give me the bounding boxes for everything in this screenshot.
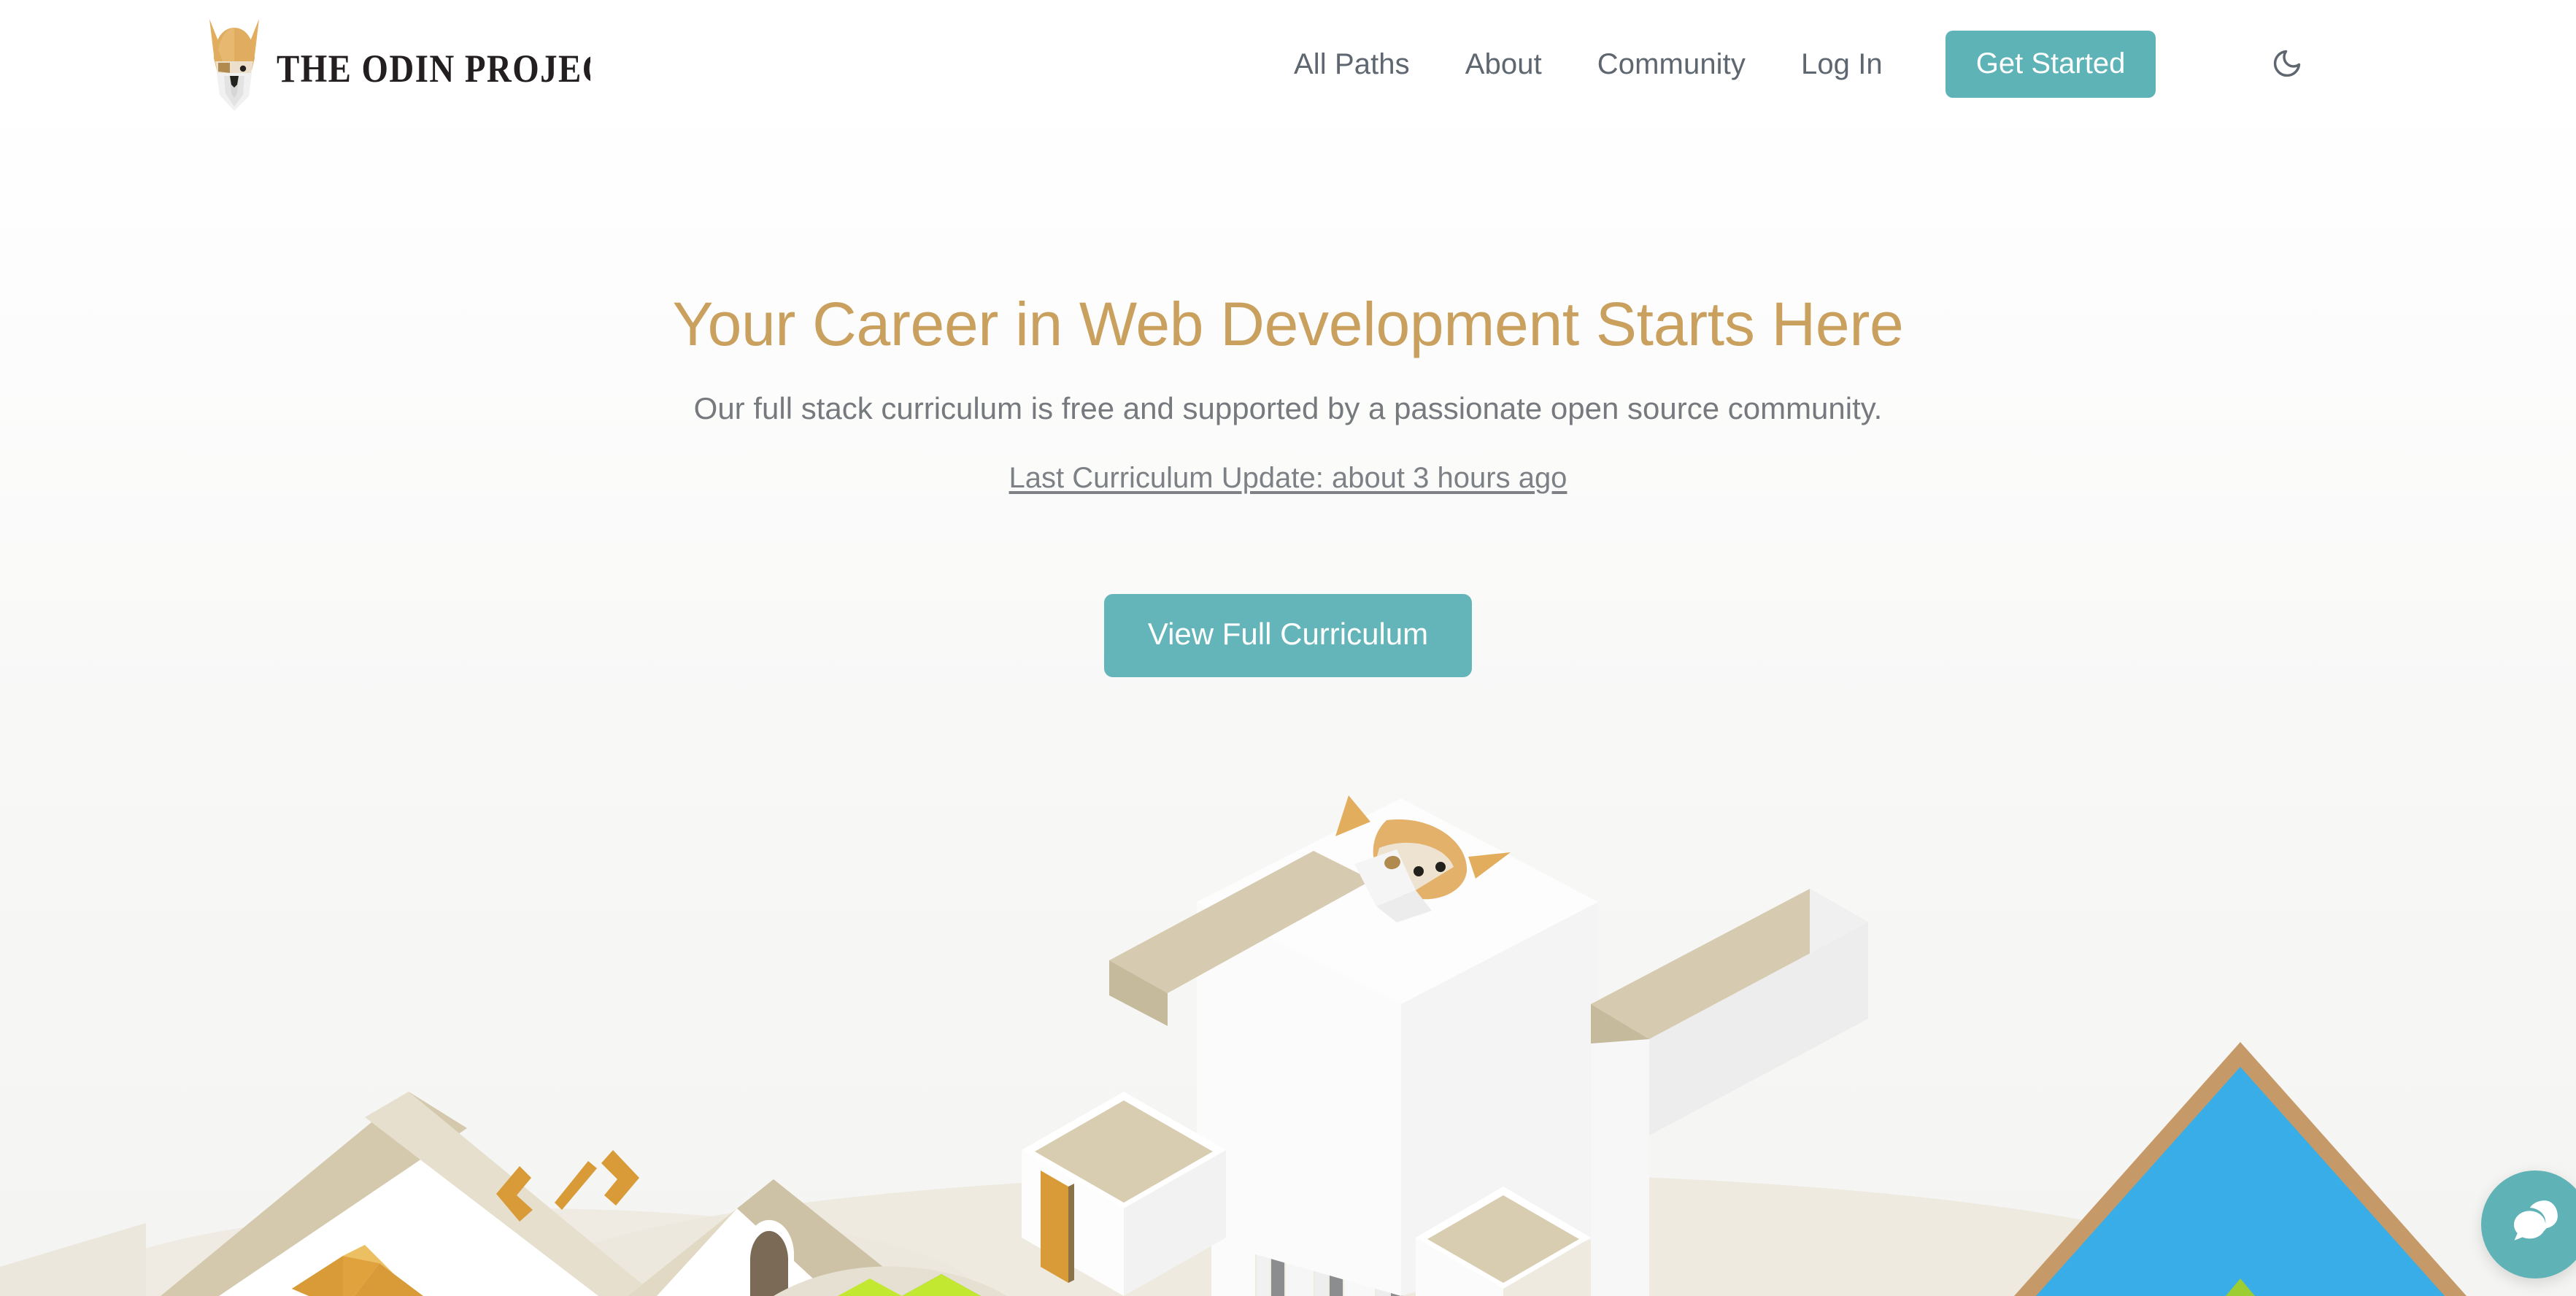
hero-section: Your Career in Web Development Starts He… (0, 128, 2576, 678)
odin-viking-head-icon (208, 18, 261, 111)
main-navigation: All Paths About Community Log In Get Sta… (1266, 0, 2156, 128)
last-curriculum-update-link[interactable]: Last Curriculum Update: about 3 hours ag… (1009, 462, 1567, 495)
nav-item-about[interactable]: About (1438, 48, 1570, 81)
brand-logo-link[interactable]: THE ODIN PROJECT (208, 18, 590, 111)
page-title: Your Career in Web Development Starts He… (672, 290, 1904, 358)
brand-wordmark: THE ODIN PROJECT (277, 43, 590, 85)
site-header: THE ODIN PROJECT All Paths About Communi… (0, 0, 2576, 128)
chat-widget-button[interactable] (2481, 1170, 2576, 1278)
code-brackets-icon (496, 1150, 639, 1222)
moon-icon (2271, 47, 2303, 82)
view-full-curriculum-button[interactable]: View Full Curriculum (1103, 594, 1473, 678)
odin-mascot (1335, 795, 1511, 922)
nav-item-community[interactable]: Community (1570, 48, 1773, 81)
nav-item-log-in[interactable]: Log In (1773, 48, 1910, 81)
nav-item-all-paths[interactable]: All Paths (1266, 48, 1438, 81)
page-root: THE ODIN PROJECT All Paths About Communi… (0, 0, 2576, 1296)
ruby-gem-icon (292, 1245, 423, 1296)
isometric-city-illustration (0, 785, 2576, 1296)
hero-subtitle: Our full stack curriculum is free and su… (693, 391, 1883, 426)
hero-cta-container: View Full Curriculum (0, 594, 2576, 678)
green-cubes (838, 1274, 981, 1296)
blue-roof-triangle (2014, 1042, 2467, 1296)
svg-text:THE ODIN PROJECT: THE ODIN PROJECT (277, 47, 590, 85)
get-started-button[interactable]: Get Started (1945, 31, 2156, 98)
dark-mode-toggle-button[interactable] (2262, 39, 2312, 89)
chat-bubbles-icon (2507, 1195, 2563, 1254)
